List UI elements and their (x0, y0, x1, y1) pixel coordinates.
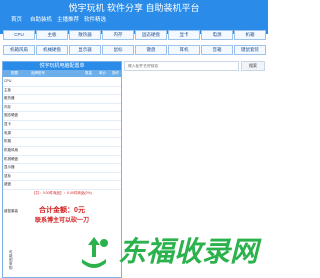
row-divider (3, 137, 121, 138)
summary-line: 【共：0.00件商品】：0.00件商品(0%) (32, 191, 92, 195)
category-headphones[interactable]: 耳机 (168, 45, 200, 55)
row-divider (3, 163, 121, 164)
category-row-1: CPU 主板 散热器 内存 固态硬盘 显卡 电源 机箱 (0, 30, 268, 44)
row-divider (3, 172, 121, 173)
watermark: 东福收录网 (70, 231, 268, 271)
category-case-fan[interactable]: 机箱风扇 (3, 45, 35, 55)
row-divider (3, 94, 121, 95)
row-divider (3, 86, 121, 87)
nav-software[interactable]: 软件精选 (84, 16, 106, 24)
category-keyboard[interactable]: 键盘 (135, 45, 167, 55)
row-divider (3, 129, 121, 130)
row-monitor: 显示器 (4, 165, 15, 169)
watermark-logo-icon: 东福收录网 (82, 236, 262, 268)
row-cooler: 散热器 (4, 96, 15, 100)
row-hdd: 机械硬盘 (4, 157, 18, 161)
config-table-header: 配置 品牌型号 数量 单价 操作 (3, 70, 121, 77)
row-gpu: 显卡 (4, 122, 11, 126)
side-note: 可能因采购 (9, 250, 13, 270)
category-mouse[interactable]: 鼠标 (102, 45, 134, 55)
row-cpu: CPU (4, 79, 12, 83)
row-mouse: 鼠标 (4, 174, 11, 178)
row-divider (3, 189, 121, 190)
category-row-2: 机箱风扇 机械硬盘 显示器 鼠标 键盘 耳机 音箱 键鼠套装 (0, 45, 268, 59)
contact-note: 联系博主可以砍一刀 (34, 218, 89, 224)
row-memory: 内存 (4, 105, 11, 109)
category-kb-mouse-set[interactable]: 键鼠套装 (234, 45, 266, 55)
category-case[interactable]: 机箱 (234, 30, 266, 40)
site-header: 悦宇玩机 软件分享 自助装机平台 首页 自助装机 主播推荐 软件精选 (0, 0, 268, 34)
row-divider (3, 155, 121, 156)
search-bar: 搜索 (124, 61, 266, 73)
category-psu[interactable]: 电源 (201, 30, 233, 40)
col-config: 配置 (11, 71, 18, 75)
row-divider (3, 103, 121, 104)
category-motherboard[interactable]: 主板 (36, 30, 68, 40)
row-motherboard: 主板 (4, 88, 11, 92)
row-ssd: 固态硬盘 (4, 113, 18, 117)
site-title: 悦宇玩机 软件分享 自助装机平台 (68, 3, 200, 13)
category-gpu[interactable]: 显卡 (168, 30, 200, 40)
col-qty: 数量 (85, 71, 92, 75)
category-speakers[interactable]: 音箱 (201, 45, 233, 55)
row-divider (3, 120, 121, 121)
col-model: 品牌型号 (31, 71, 45, 75)
total-amount: 合计金额：0元 (39, 207, 85, 214)
row-keyboard: 键盘 (4, 182, 11, 186)
category-cpu[interactable]: CPU (3, 30, 35, 40)
category-hdd[interactable]: 机械硬盘 (36, 45, 68, 55)
col-action: 操作 (112, 71, 119, 75)
row-case: 机箱 (4, 139, 11, 143)
nav-streamers[interactable]: 主播推荐 (57, 16, 79, 24)
nav-home[interactable]: 首页 (11, 16, 22, 24)
nav-diy[interactable]: 自助装机 (30, 16, 52, 24)
watermark-text: 东福收录网 (118, 236, 262, 267)
category-monitor[interactable]: 显示器 (69, 45, 101, 55)
row-divider (3, 146, 121, 147)
row-divider (3, 180, 121, 181)
col-price: 单价 (99, 71, 106, 75)
config-panel-title: 悦宇玩机电脑配置单 (3, 62, 121, 70)
row-divider (3, 111, 121, 112)
category-ssd[interactable]: 固态硬盘 (135, 30, 167, 40)
search-button[interactable]: 搜索 (241, 61, 265, 71)
search-input[interactable] (124, 61, 239, 71)
row-psu: 电源 (4, 131, 11, 135)
category-cooler[interactable]: 散热器 (69, 30, 101, 40)
row-case-fan: 机箱风扇 (4, 148, 18, 152)
category-memory[interactable]: 内存 (102, 30, 134, 40)
